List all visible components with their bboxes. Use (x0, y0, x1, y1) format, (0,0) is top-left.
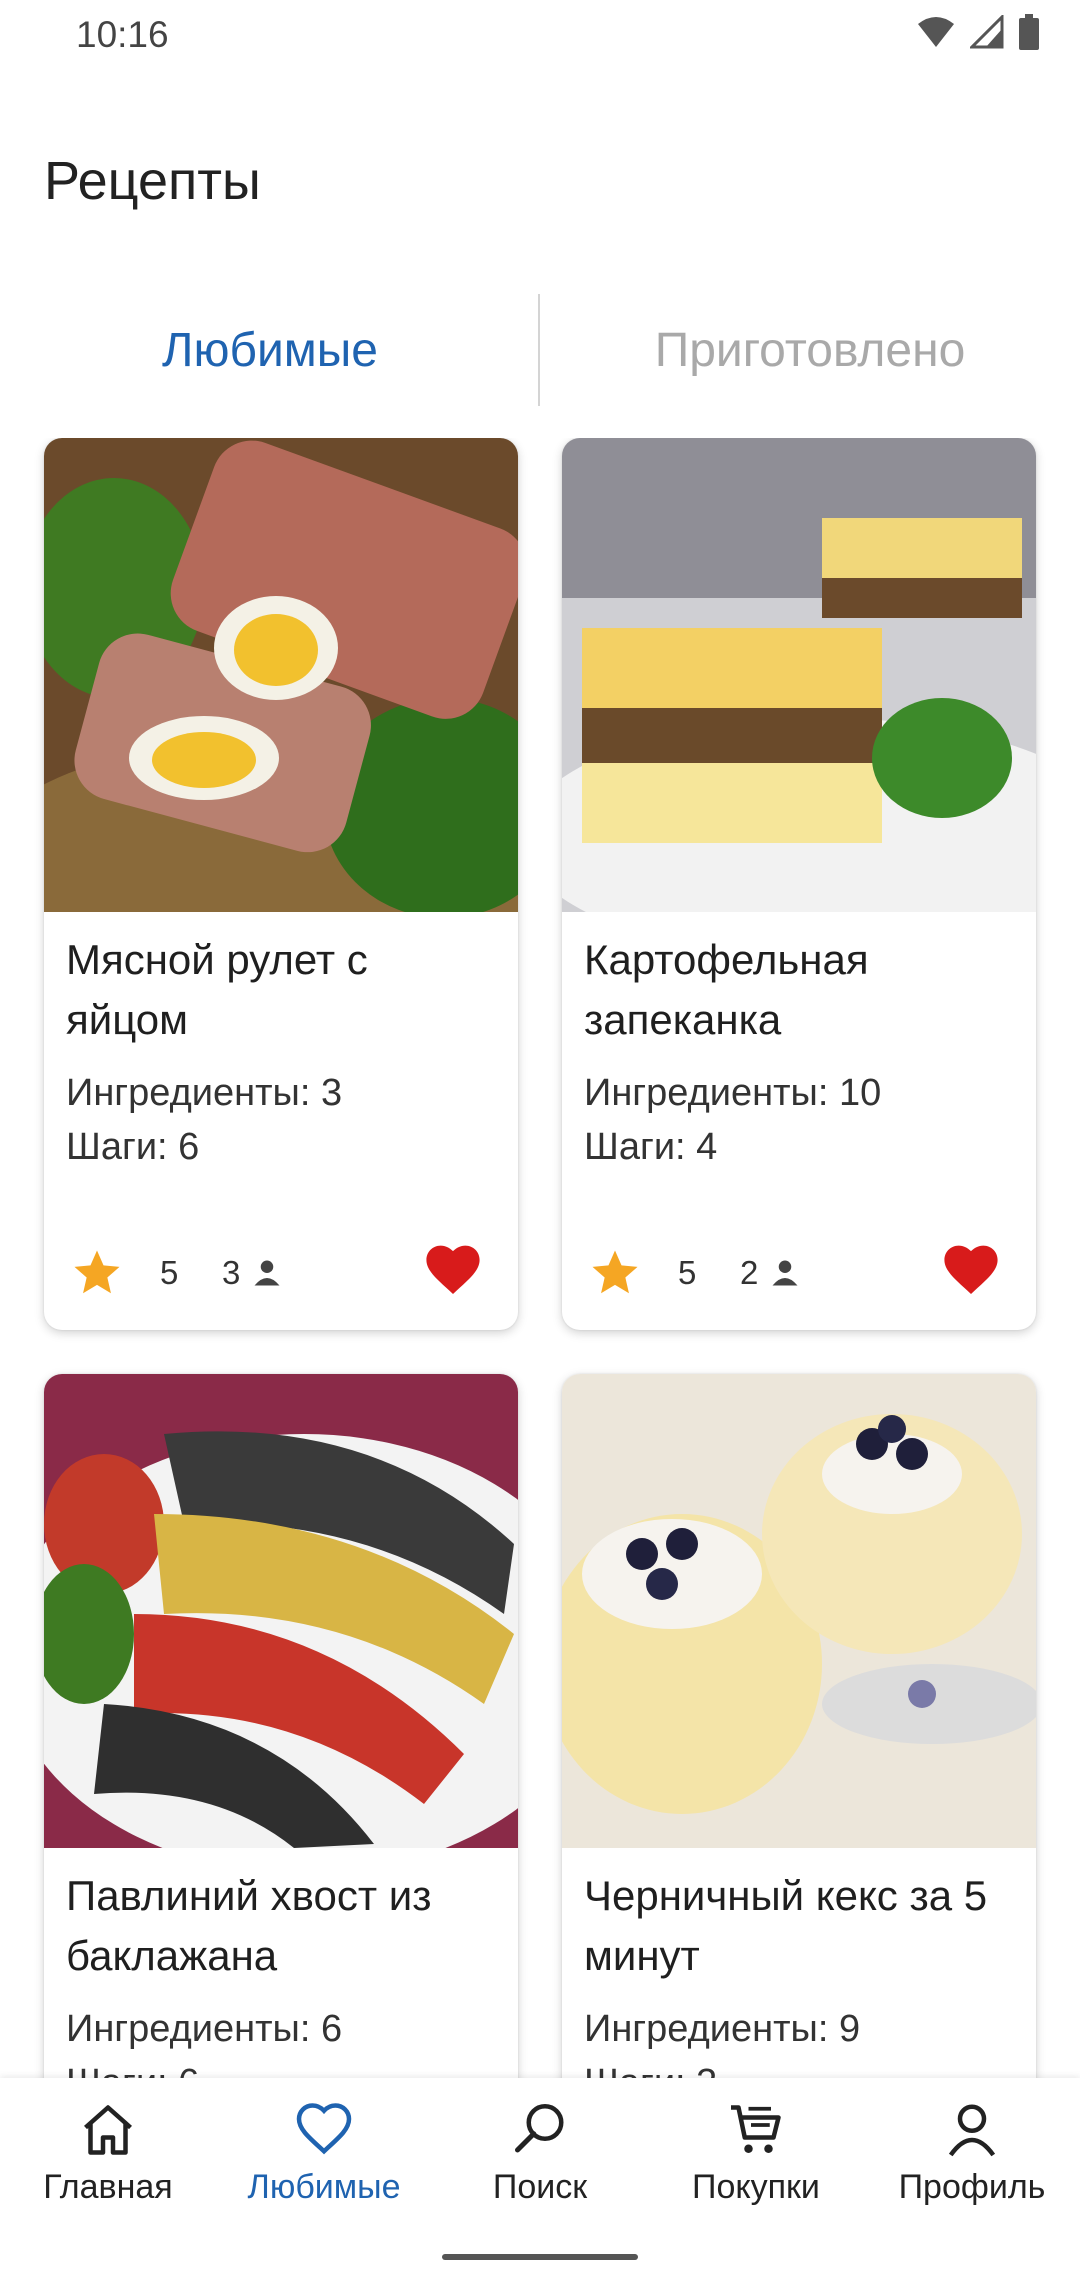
recipe-card[interactable]: Павлиний хвост из баклажана Ингредиенты:… (44, 1374, 518, 2078)
star-icon (74, 1250, 120, 1294)
recipe-steps: Шаги: 3 (584, 2062, 717, 2078)
tab-favorites[interactable]: Любимые (0, 290, 540, 410)
recipe-ingredients: Ингредиенты: 10 (584, 1072, 882, 1114)
nav-search[interactable]: Поиск (432, 2100, 648, 2220)
nav-favorites-label: Любимые (247, 2168, 401, 2206)
recipe-card[interactable]: Мясной рулет с яйцом Ингредиенты: 3 Шаги… (44, 438, 518, 1330)
nav-favorites[interactable]: Любимые (216, 2100, 432, 2220)
recipe-ingredients: Ингредиенты: 3 (66, 1072, 343, 1114)
recipe-image (44, 1374, 518, 1848)
nav-shopping-label: Покупки (692, 2168, 820, 2206)
recipe-steps: Шаги: 4 (584, 1126, 718, 1168)
rating-value: 5 (160, 1254, 179, 1291)
recipe-title: Мясной рулет с яйцом (66, 936, 368, 1043)
nav-profile-label: Профиль (898, 2168, 1046, 2206)
cellular-icon (970, 15, 1004, 49)
nav-home[interactable]: Главная (0, 2100, 216, 2220)
tab-cooked[interactable]: Приготовлено (540, 290, 1080, 410)
tab-bar: Любимые Приготовлено (0, 290, 1080, 410)
recipe-image (562, 438, 1036, 912)
recipe-title: Павлиний хвост из баклажана (66, 1872, 432, 1979)
recipe-title: Картофельная запеканка (584, 936, 869, 1043)
star-icon (592, 1250, 638, 1294)
recipe-steps: Шаги: 6 (66, 2062, 199, 2078)
recipe-card[interactable]: Черничный кекс за 5 минут Ингредиенты: 9… (562, 1374, 1036, 2078)
home-icon (84, 2105, 132, 2155)
heart-icon[interactable] (942, 1242, 1000, 1300)
heart-icon (296, 2103, 352, 2155)
person-icon (254, 1260, 280, 1286)
recipe-image (562, 1374, 1036, 1848)
status-time: 10:16 (76, 14, 169, 55)
profile-icon (948, 2104, 996, 2157)
recipe-ingredients: Ингредиенты: 6 (66, 2008, 343, 2050)
status-icons (916, 14, 1040, 50)
recipe-ingredients: Ингредиенты: 9 (584, 2008, 861, 2050)
recipe-steps: Шаги: 6 (66, 1126, 200, 1168)
status-bar: 10:16 (0, 0, 1080, 70)
cooked-count: 2 (740, 1254, 759, 1291)
bottom-nav: Главная Любимые Поиск Покупки Профиль (0, 2078, 1080, 2280)
rating-value: 5 (678, 1254, 697, 1291)
nav-profile[interactable]: Профиль (864, 2100, 1080, 2220)
person-icon (772, 1260, 798, 1286)
recipe-footer: 5 3 (66, 1238, 496, 1308)
recipe-image (44, 438, 518, 912)
recipe-title: Черничный кекс за 5 минут (584, 1872, 988, 1979)
recipe-card[interactable]: Картофельная запеканка Ингредиенты: 10 Ш… (562, 438, 1036, 1330)
cart-icon (731, 2105, 781, 2153)
search-icon (515, 2104, 564, 2153)
wifi-icon (918, 17, 954, 47)
nav-search-label: Поиск (492, 2168, 588, 2206)
home-indicator (442, 2254, 638, 2260)
recipe-footer: 5 2 (584, 1238, 1014, 1308)
battery-icon (1019, 14, 1039, 50)
recipe-grid: Мясной рулет с яйцом Ингредиенты: 3 Шаги… (0, 438, 1080, 2078)
nav-shopping[interactable]: Покупки (648, 2100, 864, 2220)
page-title: Рецепты (44, 151, 261, 211)
nav-home-label: Главная (43, 2168, 173, 2206)
heart-icon[interactable] (424, 1242, 482, 1300)
cooked-count: 3 (222, 1254, 241, 1291)
